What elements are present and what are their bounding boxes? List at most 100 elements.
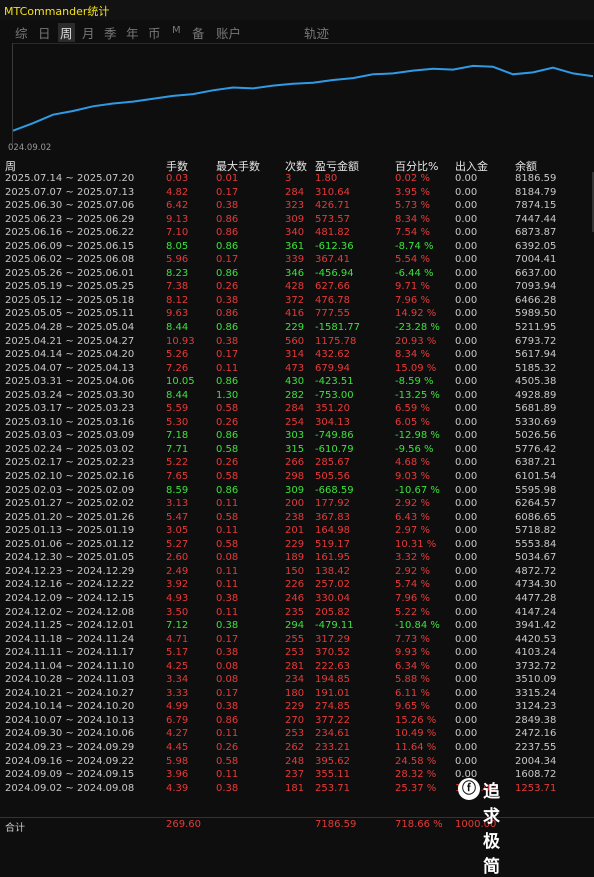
cell-max-lots: 0.11 [216, 606, 239, 618]
cell-week-range: 2024.12.30 ~ 2025.01.05 [5, 552, 135, 564]
table-row[interactable]: 2025.06.02 ~ 2025.06.08 5.96 0.17 339 367.41… [0, 253, 594, 267]
table-row[interactable]: 2025.01.06 ~ 2025.01.12 5.27 0.58 229 519.17… [0, 538, 594, 552]
tab-m[interactable]: M [172, 25, 181, 36]
table-row[interactable]: 2025.03.31 ~ 2025.04.06 10.05 0.86 430 -423.… [0, 375, 594, 389]
cell-lots: 5.26 [166, 349, 189, 361]
cell-max-lots: 0.11 [216, 498, 239, 510]
cell-lots: 7.10 [166, 227, 189, 239]
table-row[interactable]: 2024.09.23 ~ 2024.09.29 4.45 0.26 262 233.21… [0, 741, 594, 755]
chart-start-date: 024.09.02 [8, 143, 52, 153]
tab-account[interactable]: 账户 [216, 23, 241, 42]
table-row[interactable]: 2024.12.09 ~ 2024.12.15 4.93 0.38 246 330.04… [0, 592, 594, 606]
table-row[interactable]: 2025.01.20 ~ 2025.01.26 5.47 0.58 238 367.83… [0, 511, 594, 525]
tab-backup[interactable]: 备 [192, 23, 205, 42]
cell-lots: 4.25 [166, 660, 189, 672]
table-row[interactable]: 2025.04.07 ~ 2025.04.13 7.26 0.11 473 679.94… [0, 362, 594, 376]
cell-deposit: 0.00 [455, 660, 478, 672]
table-row[interactable]: 2025.02.17 ~ 2025.02.23 5.22 0.26 266 285.67… [0, 456, 594, 470]
cell-lots: 8.05 [166, 240, 189, 252]
table-row[interactable]: 2025.03.03 ~ 2025.03.09 7.18 0.86 303 -749.8… [0, 429, 594, 443]
table-row[interactable]: 2024.10.07 ~ 2024.10.13 6.79 0.86 270 377.22… [0, 714, 594, 728]
table-row[interactable]: 2025.03.17 ~ 2025.03.23 5.59 0.58 284 351.20… [0, 402, 594, 416]
table-row[interactable]: 2025.06.23 ~ 2025.06.29 9.13 0.86 309 573.57… [0, 213, 594, 227]
tab-symbol[interactable]: 币 [148, 23, 161, 42]
table-row[interactable]: 2024.10.21 ~ 2024.10.27 3.33 0.17 180 191.01… [0, 687, 594, 701]
table-row[interactable]: 2024.09.30 ~ 2024.10.06 4.27 0.11 253 234.61… [0, 727, 594, 741]
cell-deposit: 0.00 [455, 200, 478, 212]
cell-trade-count: 180 [285, 687, 305, 699]
cell-trade-count: 150 [285, 565, 305, 577]
cell-trade-count: 226 [285, 579, 305, 591]
table-row[interactable]: 2025.05.26 ~ 2025.06.01 8.23 0.86 346 -456.9… [0, 267, 594, 281]
table-row[interactable]: 2024.09.02 ~ 2024.09.08 4.39 0.38 181 253.71… [0, 782, 594, 796]
table-row[interactable]: 2025.02.03 ~ 2025.02.09 8.59 0.86 309 -668.5… [0, 484, 594, 498]
tab-year[interactable]: 年 [126, 23, 139, 42]
tab-quarter[interactable]: 季 [104, 23, 117, 42]
table-row[interactable]: 2025.01.27 ~ 2025.02.02 3.13 0.11 200 177.92… [0, 497, 594, 511]
cell-trade-count: 298 [285, 471, 305, 483]
table-row[interactable]: 2025.07.14 ~ 2025.07.20 0.03 0.01 3 1.80 0.02… [0, 172, 594, 186]
tab-summary[interactable]: 综 [15, 23, 28, 42]
cell-pnl: -610.79 [315, 443, 354, 455]
cell-week-range: 2025.02.10 ~ 2025.02.16 [5, 471, 135, 483]
table-row[interactable]: 2024.12.16 ~ 2024.12.22 3.92 0.11 226 257.02… [0, 578, 594, 592]
cell-max-lots: 0.38 [216, 701, 239, 713]
cell-trade-count: 339 [285, 254, 305, 266]
cell-lots: 3.96 [166, 769, 189, 781]
cell-week-range: 2025.03.17 ~ 2025.03.23 [5, 403, 135, 415]
cell-balance: 3124.23 [515, 701, 557, 713]
table-row[interactable]: 2025.03.10 ~ 2025.03.16 5.30 0.26 254 304.13… [0, 416, 594, 430]
table-row[interactable]: 2025.05.12 ~ 2025.05.18 8.12 0.38 372 476.78… [0, 294, 594, 308]
table-row[interactable]: 2025.04.14 ~ 2025.04.20 5.26 0.17 314 432.62… [0, 348, 594, 362]
cell-deposit: 0.00 [455, 538, 478, 550]
table-row[interactable]: 2025.05.05 ~ 2025.05.11 9.63 0.86 416 777.55… [0, 307, 594, 321]
table-row[interactable]: 2024.11.25 ~ 2024.12.01 7.12 0.38 294 -479.1… [0, 619, 594, 633]
cell-week-range: 2025.01.06 ~ 2025.01.12 [5, 538, 135, 550]
table-row[interactable]: 2025.06.30 ~ 2025.07.06 6.42 0.38 323 426.71… [0, 199, 594, 213]
table-row[interactable]: 2025.06.16 ~ 2025.06.22 7.10 0.86 340 481.82… [0, 226, 594, 240]
table-row[interactable]: 2024.11.11 ~ 2024.11.17 5.17 0.38 253 370.52… [0, 646, 594, 660]
cell-pnl: 370.52 [315, 647, 350, 659]
cell-trade-count: 303 [285, 430, 305, 442]
table-row[interactable]: 2024.09.09 ~ 2024.09.15 3.96 0.11 237 355.11… [0, 768, 594, 782]
table-row[interactable]: 2025.07.07 ~ 2025.07.13 4.82 0.17 284 310.64… [0, 186, 594, 200]
cell-week-range: 2025.02.03 ~ 2025.02.09 [5, 484, 135, 496]
cell-balance: 5034.67 [515, 552, 557, 564]
cell-max-lots: 0.38 [216, 620, 239, 632]
tab-day[interactable]: 日 [38, 23, 51, 42]
cell-lots: 2.60 [166, 552, 189, 564]
table-row[interactable]: 2025.04.28 ~ 2025.05.04 8.44 0.86 229 -1581.… [0, 321, 594, 335]
cell-deposit: 0.00 [455, 471, 478, 483]
cell-balance: 5989.50 [515, 308, 557, 320]
table-row[interactable]: 2025.05.19 ~ 2025.05.25 7.38 0.26 428 627.66… [0, 280, 594, 294]
cell-balance: 4928.89 [515, 389, 557, 401]
table-row[interactable]: 2024.10.14 ~ 2024.10.20 4.99 0.38 229 274.85… [0, 700, 594, 714]
table-row[interactable]: 2025.02.10 ~ 2025.02.16 7.65 0.58 298 505.56… [0, 470, 594, 484]
cell-deposit: 0.00 [455, 620, 478, 632]
cell-max-lots: 0.08 [216, 552, 239, 564]
cell-deposit: 0.00 [455, 457, 478, 469]
table-row[interactable]: 2024.10.28 ~ 2024.11.03 3.34 0.08 234 194.85… [0, 673, 594, 687]
table-row[interactable]: 2025.02.24 ~ 2025.03.02 7.71 0.58 315 -610.7… [0, 443, 594, 457]
cell-lots: 6.79 [166, 714, 189, 726]
table-row[interactable]: 2024.09.16 ~ 2024.09.22 5.98 0.58 248 395.62… [0, 755, 594, 769]
cell-balance: 5185.32 [515, 362, 557, 374]
table-row[interactable]: 2025.03.24 ~ 2025.03.30 8.44 1.30 282 -753.0… [0, 389, 594, 403]
cell-max-lots: 0.08 [216, 660, 239, 672]
cell-week-range: 2025.04.28 ~ 2025.05.04 [5, 322, 135, 334]
tab-week[interactable]: 周 [58, 23, 75, 42]
table-row[interactable]: 2024.12.23 ~ 2024.12.29 2.49 0.11 150 138.42… [0, 565, 594, 579]
table-row[interactable]: 2025.04.21 ~ 2025.04.27 10.93 0.38 560 1175.… [0, 335, 594, 349]
tab-track[interactable]: 轨迹 [304, 23, 329, 42]
table-row[interactable]: 2025.06.09 ~ 2025.06.15 8.05 0.86 361 -612.3… [0, 240, 594, 254]
cell-pnl: 285.67 [315, 457, 350, 469]
app-title: MTCommander统计 [4, 5, 110, 18]
tab-month[interactable]: 月 [82, 23, 95, 42]
table-row[interactable]: 2024.11.18 ~ 2024.11.24 4.71 0.17 255 317.29… [0, 633, 594, 647]
table-row[interactable]: 2024.11.04 ~ 2024.11.10 4.25 0.08 281 222.63… [0, 660, 594, 674]
table-row[interactable]: 2024.12.02 ~ 2024.12.08 3.50 0.11 235 205.82… [0, 606, 594, 620]
table-row[interactable]: 2024.12.30 ~ 2025.01.05 2.60 0.08 189 161.95… [0, 551, 594, 565]
total-row: 合计 269.60 7186.59 718.66 % 1000.00 [0, 817, 594, 834]
cell-week-range: 2025.05.26 ~ 2025.06.01 [5, 267, 135, 279]
table-row[interactable]: 2025.01.13 ~ 2025.01.19 3.05 0.11 201 164.98… [0, 524, 594, 538]
